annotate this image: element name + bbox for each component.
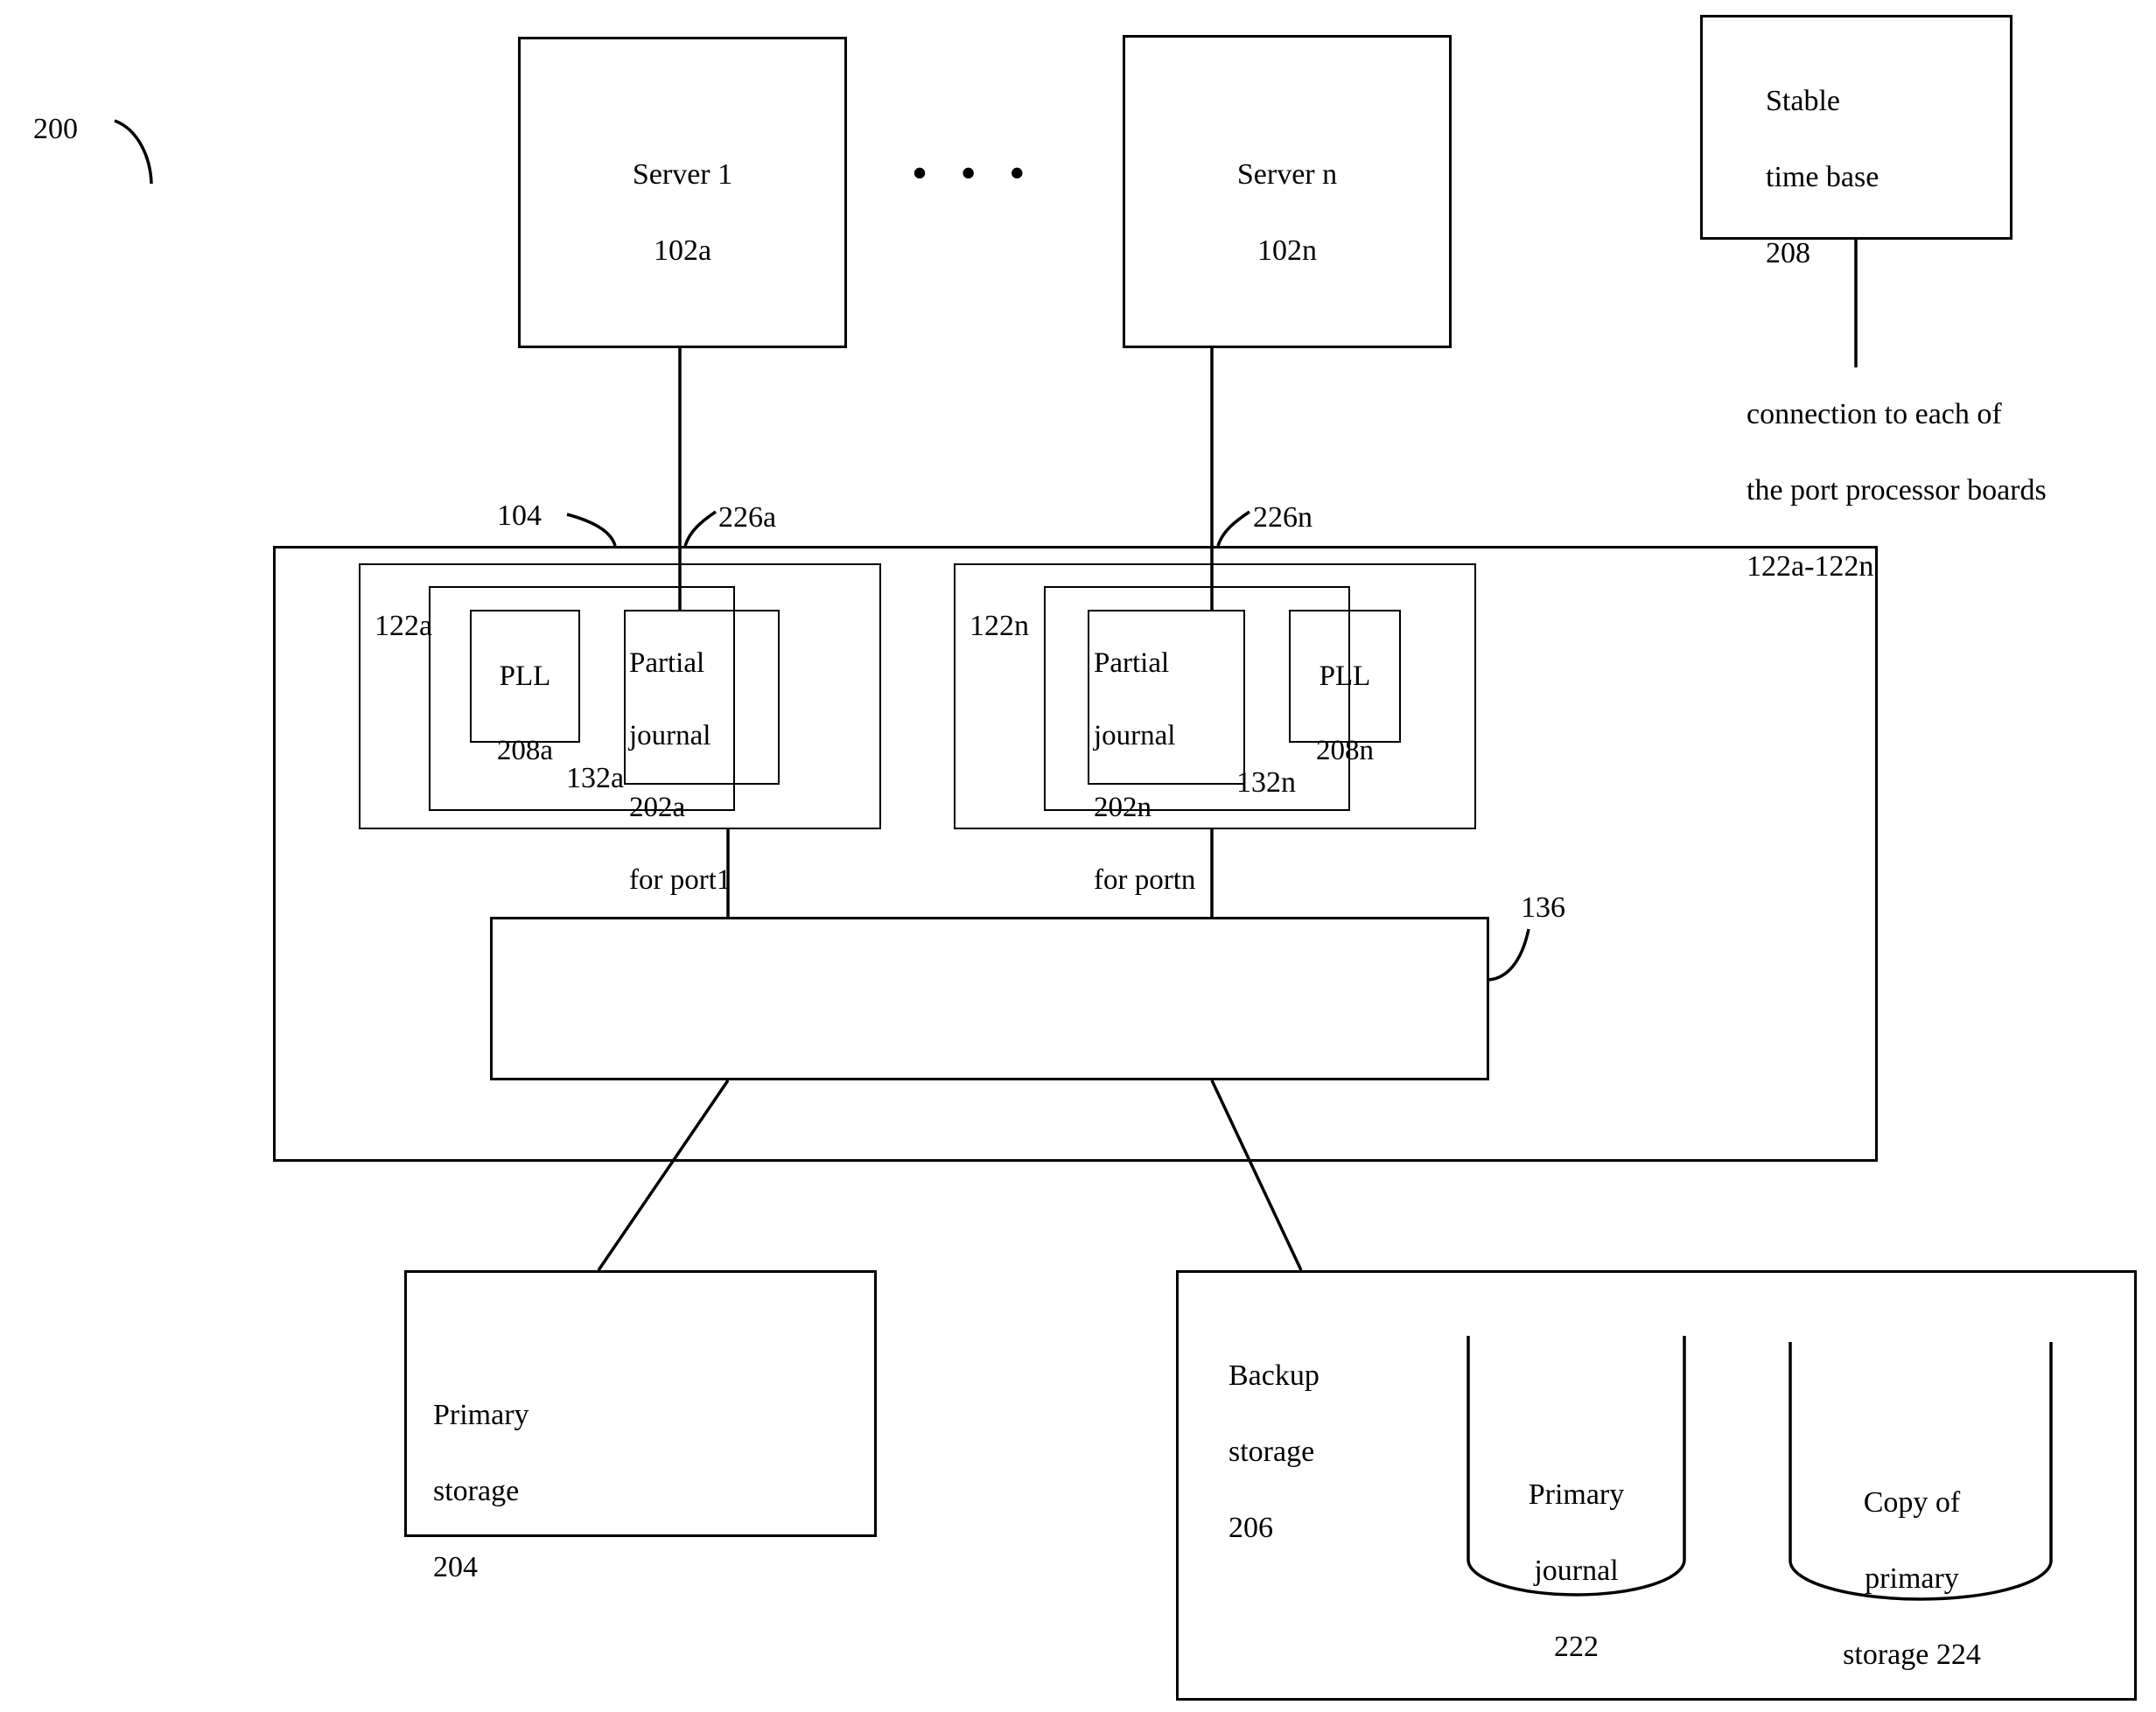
backup-storage-line1: Backup <box>1228 1359 1320 1392</box>
copy-primary-line3: storage 224 <box>1843 1638 1981 1671</box>
server-ellipsis: • • • <box>913 150 1037 195</box>
switch-backplane-ref-136: 136 <box>1521 891 1565 924</box>
link-ref-226a: 226a <box>718 501 777 534</box>
copy-primary-line2: primary <box>1865 1562 1959 1595</box>
copy-primary-storage-cylinder-label: Copy of primary storage 224 <box>1787 1445 2037 1674</box>
pll-208a-label: PLL 208a <box>470 621 580 769</box>
stable-time-base-title-2: time base <box>1766 160 1880 193</box>
primary-journal-cylinder-label: Primary journal 222 <box>1469 1437 1684 1666</box>
primary-storage-label: Primary storage 204 <box>433 1358 722 1586</box>
patent-figure-200: 200 Server 1 102a • • • Server n 102n St… <box>0 0 2156 1712</box>
copy-primary-line1: Copy of <box>1863 1485 1961 1519</box>
partial-journal-202a-line3: 202a <box>629 792 686 824</box>
time-base-note-1: connection to each of <box>1746 397 2002 430</box>
partial-journal-202n-line2: journal <box>1094 719 1176 751</box>
partial-journal-202a-line4: for port1 <box>629 863 732 896</box>
partial-journal-202n-line4: for portn <box>1094 863 1196 896</box>
ref-104-leader <box>566 513 617 547</box>
pll-208a-ref: 208a <box>496 734 554 766</box>
primary-journal-line1: Primary <box>1528 1478 1625 1511</box>
switch-chassis-ref-104: 104 <box>497 500 542 532</box>
backup-storage-line2: storage <box>1228 1435 1315 1468</box>
pll-208n-label: PLL 208n <box>1289 621 1401 769</box>
partial-journal-202a-line1: Partial <box>629 647 705 680</box>
port-processor-board-122a-ref: 122a <box>374 610 433 642</box>
pll-208n-ref: 208n <box>1316 734 1374 766</box>
figure-number: 200 <box>33 113 78 145</box>
primary-journal-line2: journal <box>1534 1554 1619 1587</box>
backup-storage-label: Backup storage 206 <box>1228 1318 1491 1547</box>
server-1-name: Server 1 <box>632 157 733 191</box>
partial-journal-202a-label: Partial journal 202a for port1 <box>629 610 791 898</box>
server-1-label: Server 1 102a <box>518 117 847 269</box>
server-n-name: Server n <box>1236 157 1338 191</box>
primary-storage-line2: storage <box>433 1474 520 1507</box>
stable-time-base-title-1: Stable <box>1766 84 1840 117</box>
link-ref-226n: 226n <box>1253 501 1312 534</box>
partial-journal-202a-line2: journal <box>629 719 711 751</box>
stable-time-base-ref: 208 <box>1766 236 1810 269</box>
figure-leader-curve <box>114 119 153 185</box>
partial-journal-202n-line3: 202n <box>1094 792 1152 824</box>
primary-journal-ref: 222 <box>1554 1630 1599 1663</box>
server-n-ref: 102n <box>1257 234 1317 267</box>
pll-208a-title: PLL <box>499 660 551 693</box>
switch-backplane-box-136 <box>490 917 1489 1080</box>
backup-storage-ref: 206 <box>1228 1511 1273 1544</box>
server-1-ref: 102a <box>653 234 712 267</box>
ref-226a-leader <box>683 510 717 547</box>
partial-journal-202n-label: Partial journal 202n for portn <box>1094 610 1260 898</box>
port-processor-board-122n-ref: 122n <box>970 610 1029 642</box>
stable-time-base-label: Stable time base 208 <box>1766 44 2028 272</box>
ref-226n-leader <box>1216 510 1250 547</box>
primary-storage-ref: 204 <box>433 1550 478 1583</box>
time-base-note-2: the port processor boards <box>1746 473 2047 507</box>
primary-storage-line1: Primary <box>433 1398 529 1431</box>
partial-journal-202n-line1: Partial <box>1094 647 1170 680</box>
pll-208n-title: PLL <box>1319 660 1371 693</box>
server-n-label: Server n 102n <box>1123 117 1452 269</box>
